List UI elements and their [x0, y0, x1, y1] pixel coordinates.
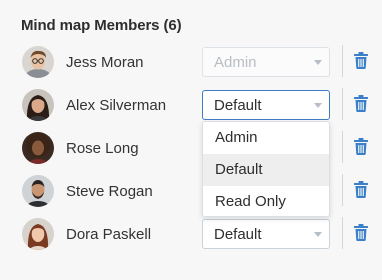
role-select[interactable]: Default — [202, 219, 330, 249]
avatar — [22, 175, 54, 207]
avatar — [22, 89, 54, 121]
member-row: Alex Silverman Default — [0, 87, 382, 125]
trash-icon[interactable] — [354, 138, 368, 155]
trash-icon[interactable] — [354, 52, 368, 69]
divider — [342, 131, 343, 163]
member-name: Jess Moran — [66, 54, 144, 71]
role-select[interactable]: Default — [202, 90, 330, 120]
role-option-read-only[interactable]: Read Only — [203, 186, 329, 216]
role-dropdown-menu: Admin Default Read Only — [202, 121, 330, 217]
role-select-value: Default — [214, 97, 262, 114]
member-row: Jess Moran Admin — [0, 44, 382, 82]
role-option-default[interactable]: Default — [203, 154, 329, 186]
member-name: Steve Rogan — [66, 183, 153, 200]
divider — [342, 174, 343, 206]
divider — [342, 217, 343, 249]
member-name: Rose Long — [66, 140, 139, 157]
chevron-down-icon — [314, 60, 322, 65]
divider — [342, 88, 343, 120]
member-row: Dora Paskell Default — [0, 216, 382, 254]
chevron-down-icon — [314, 232, 322, 237]
trash-icon[interactable] — [354, 181, 368, 198]
role-select-value: Default — [214, 226, 262, 243]
avatar — [22, 218, 54, 250]
member-name: Alex Silverman — [66, 97, 167, 114]
member-name: Dora Paskell — [66, 226, 152, 243]
panel-title: Mind map Members (6) — [21, 17, 182, 34]
divider — [342, 45, 343, 77]
role-option-admin[interactable]: Admin — [203, 122, 329, 154]
role-select: Admin — [202, 47, 330, 77]
trash-icon[interactable] — [354, 95, 368, 112]
trash-icon[interactable] — [354, 224, 368, 241]
avatar — [22, 46, 54, 78]
chevron-down-icon — [314, 103, 322, 108]
role-select-value: Admin — [214, 54, 257, 71]
avatar — [22, 132, 54, 164]
